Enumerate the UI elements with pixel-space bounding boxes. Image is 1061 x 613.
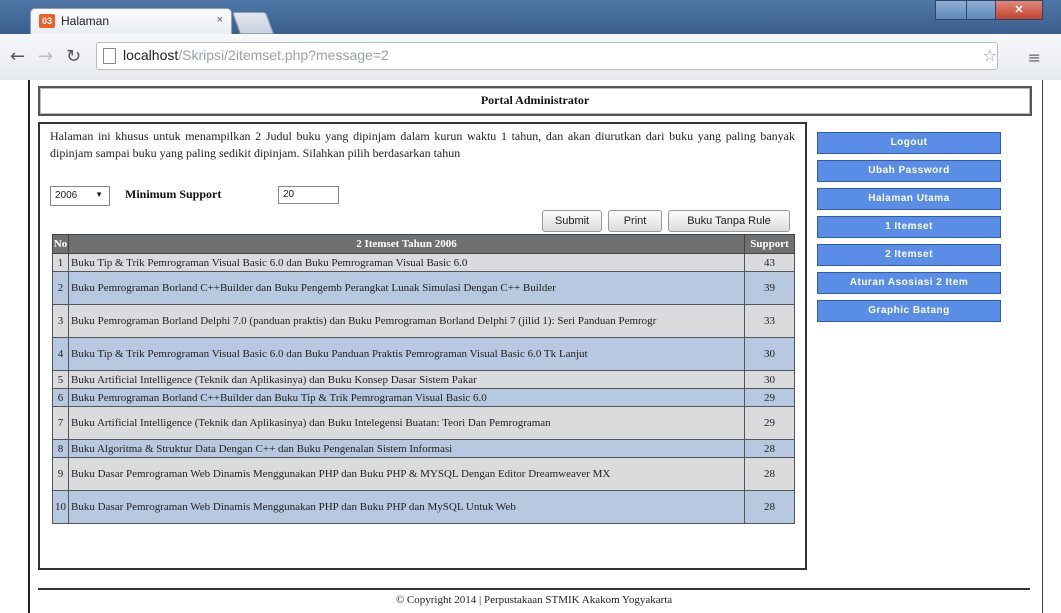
row-support: 30 <box>744 370 795 389</box>
row-support: 33 <box>744 304 795 338</box>
submit-button[interactable]: Submit <box>542 210 602 232</box>
tab-title: Halaman <box>61 14 110 28</box>
right-border <box>1042 80 1061 613</box>
sidebar-item-1-itemset[interactable]: 1 Itemset <box>817 216 1001 238</box>
tab-close-icon[interactable]: × <box>217 14 223 26</box>
row-itemset: Buku Artificial Intelligence (Teknik dan… <box>68 370 745 389</box>
sidebar-item-aturan-asosiasi[interactable]: Aturan Asosiasi 2 Item <box>817 272 1001 294</box>
column-header-support: Support <box>744 234 795 254</box>
row-itemset: Buku Dasar Pemrograman Web Dinamis Mengg… <box>68 490 745 524</box>
url-path: /Skripsi/2itemset.php?message=2 <box>178 47 389 63</box>
row-support: 39 <box>744 271 795 305</box>
row-no: 4 <box>52 337 69 371</box>
row-itemset: Buku Dasar Pemrograman Web Dinamis Mengg… <box>68 457 745 491</box>
sidebar-item-logout[interactable]: Logout <box>817 132 1001 154</box>
table-row: 4 Buku Tip & Trik Pemrograman Visual Bas… <box>52 337 795 371</box>
row-support: 28 <box>744 439 795 458</box>
row-itemset: Buku Pemrograman Borland Delphi 7.0 (pan… <box>68 304 745 338</box>
page-icon <box>103 48 116 64</box>
maximize-button[interactable] <box>966 0 996 20</box>
bookmark-star-icon[interactable]: ☆ <box>983 46 997 65</box>
table-row: 7 Buku Artificial Intelligence (Teknik d… <box>52 406 795 440</box>
sidebar-item-ubah-password[interactable]: Ubah Password <box>817 160 1001 182</box>
tab-strip: 03 Halaman × ✕ <box>0 0 1061 35</box>
menu-icon[interactable]: ≡ <box>1028 48 1041 67</box>
row-itemset: Buku Algoritma & Struktur Data Dengan C+… <box>68 439 745 458</box>
table-header-row: No 2 Itemset Tahun 2006 Support <box>52 234 795 254</box>
min-support-label: Minimum Support <box>125 187 222 201</box>
table-row: 3 Buku Pemrograman Borland Delphi 7.0 (p… <box>52 304 795 338</box>
sidebar-menu: Logout Ubah Password Halaman Utama 1 Ite… <box>817 132 1001 328</box>
min-support-input[interactable]: 20 <box>278 186 339 204</box>
left-border <box>0 80 30 613</box>
back-arrow-icon[interactable]: ← <box>10 46 25 67</box>
chevron-down-icon: ▼ <box>95 190 103 199</box>
table-row: 10 Buku Dasar Pemrograman Web Dinamis Me… <box>52 490 795 524</box>
buku-tanpa-rule-button[interactable]: Buku Tanpa Rule <box>668 210 790 232</box>
row-itemset: Buku Artificial Intelligence (Teknik dan… <box>68 406 745 440</box>
row-no: 9 <box>52 457 69 491</box>
sidebar-item-2-itemset[interactable]: 2 Itemset <box>817 244 1001 266</box>
row-no: 3 <box>52 304 69 338</box>
row-support: 29 <box>744 388 795 407</box>
row-no: 2 <box>52 271 69 305</box>
row-no: 8 <box>52 439 69 458</box>
row-no: 7 <box>52 406 69 440</box>
close-window-button[interactable]: ✕ <box>995 0 1043 20</box>
table-row: 8 Buku Algoritma & Struktur Data Dengan … <box>52 439 795 458</box>
sidebar-item-halaman-utama[interactable]: Halaman Utama <box>817 188 1001 210</box>
table-row: 1 Buku Tip & Trik Pemrograman Visual Bas… <box>52 253 795 272</box>
new-tab-button[interactable] <box>231 12 275 34</box>
browser-tab[interactable]: 03 Halaman × <box>30 8 232 35</box>
table-row: 2 Buku Pemrograman Borland C++Builder da… <box>52 271 795 305</box>
footer: © Copyright 2014 | Perpustakaan STMIK Ak… <box>38 588 1030 612</box>
row-support: 43 <box>744 253 795 272</box>
table-row: 5 Buku Artificial Intelligence (Teknik d… <box>52 370 795 389</box>
row-no: 6 <box>52 388 69 407</box>
address-bar[interactable]: localhost/Skripsi/2itemset.php?message=2 <box>96 42 998 70</box>
favicon-icon: 03 <box>39 14 55 28</box>
intro-text: Halaman ini khusus untuk menampilkan 2 J… <box>50 129 795 160</box>
row-itemset: Buku Pemrograman Borland C++Builder dan … <box>68 271 745 305</box>
header-box: Portal Administrator <box>38 86 1032 116</box>
page-title: Portal Administrator <box>480 93 590 107</box>
print-button[interactable]: Print <box>608 210 662 232</box>
minimize-button[interactable] <box>935 0 967 20</box>
sidebar-item-graphic-batang[interactable]: Graphic Batang <box>817 300 1001 322</box>
column-header-itemset: 2 Itemset Tahun 2006 <box>68 234 745 254</box>
main-content: Halaman ini khusus untuk menampilkan 2 J… <box>38 122 807 570</box>
table-row: 6 Buku Pemrograman Borland C++Builder da… <box>52 388 795 407</box>
year-value: 2006 <box>55 190 78 201</box>
row-no: 10 <box>52 490 69 524</box>
row-itemset: Buku Tip & Trik Pemrograman Visual Basic… <box>68 337 745 371</box>
row-support: 29 <box>744 406 795 440</box>
row-support: 30 <box>744 337 795 371</box>
row-support: 28 <box>744 490 795 524</box>
row-no: 1 <box>52 253 69 272</box>
forward-arrow-icon[interactable]: → <box>38 46 53 67</box>
reload-icon[interactable]: ↻ <box>66 46 81 67</box>
row-itemset: Buku Tip & Trik Pemrograman Visual Basic… <box>68 253 745 272</box>
browser-toolbar: ← → ↻ localhost/Skripsi/2itemset.php?mes… <box>0 34 1061 81</box>
row-itemset: Buku Pemrograman Borland C++Builder dan … <box>68 388 745 407</box>
row-no: 5 <box>52 370 69 389</box>
itemset-table: No 2 Itemset Tahun 2006 Support 1 Buku T… <box>52 234 795 524</box>
table-row: 9 Buku Dasar Pemrograman Web Dinamis Men… <box>52 457 795 491</box>
page-viewport: Portal Administrator Halaman ini khusus … <box>0 80 1061 613</box>
year-select[interactable]: 2006 ▼ <box>50 186 110 206</box>
window-controls: ✕ <box>935 0 1053 20</box>
url-text: localhost/Skripsi/2itemset.php?message=2 <box>123 47 389 63</box>
row-support: 28 <box>744 457 795 491</box>
browser-chrome: 03 Halaman × ✕ ← → ↻ localhost/Skripsi/2… <box>0 0 1061 81</box>
url-host: localhost <box>123 47 179 63</box>
column-header-no: No <box>52 234 69 254</box>
